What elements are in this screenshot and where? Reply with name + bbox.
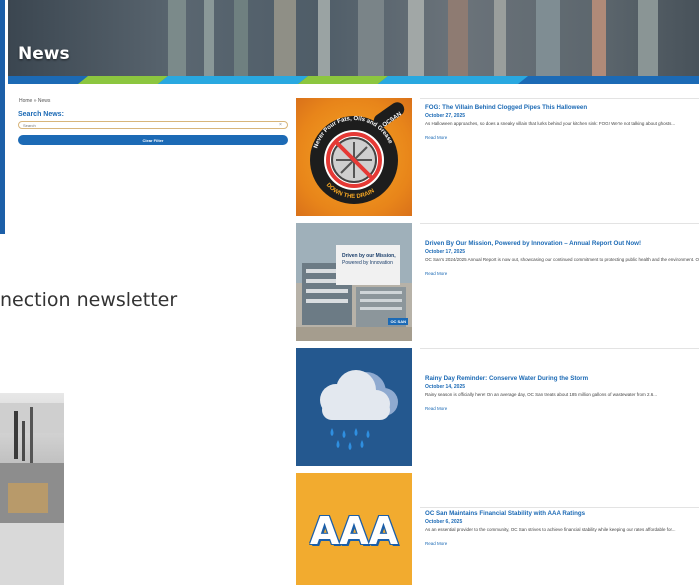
news-excerpt: As an essential provider to the communit… <box>425 527 676 532</box>
news-date: October 14, 2025 <box>425 384 466 390</box>
pipe-graphic <box>592 0 606 78</box>
news-thumbnail[interactable] <box>296 348 412 466</box>
news-excerpt: OC San's 2024/2025 Annual Report is now … <box>425 257 699 262</box>
read-more-link[interactable]: Read More <box>425 271 447 276</box>
news-thumbnail[interactable]: Driven by our Mission, Powered by Innova… <box>296 223 412 341</box>
clear-filter-button[interactable]: Clear Filter <box>18 135 288 145</box>
news-item: AAA OC San Maintains Financial Stability… <box>296 473 699 585</box>
news-divider <box>420 348 699 349</box>
aaa-rating-art: AAA <box>309 509 399 553</box>
pipe-graphic <box>168 0 186 78</box>
news-body: Driven By Our Mission, Powered by Innova… <box>425 240 699 280</box>
news-body: Rainy Day Reminder: Conserve Water Durin… <box>425 375 699 415</box>
search-input[interactable] <box>18 121 288 129</box>
pipe-graphic <box>408 0 424 78</box>
news-item: OCSAN Never Pour Fats, Oils and Grease D… <box>296 98 699 216</box>
hero-banner: News <box>8 0 699 84</box>
news-excerpt: Rainy season is officially here! On an a… <box>425 392 657 397</box>
news-date: October 6, 2025 <box>425 519 463 525</box>
hero-stripes <box>8 76 699 84</box>
historical-photo-art <box>0 403 64 585</box>
pipe-graphic <box>638 0 658 78</box>
news-body: OC San Maintains Financial Stability wit… <box>425 510 699 550</box>
news-divider <box>420 98 699 99</box>
news-thumbnail[interactable]: AAA <box>296 473 412 585</box>
report-card-line-1: Driven by our Mission, <box>342 253 396 259</box>
pipe-graphic <box>358 0 384 78</box>
slide-caption: nection newsletter <box>0 289 178 311</box>
report-card-line-2: Powered by Innovation <box>342 260 393 266</box>
read-more-link[interactable]: Read More <box>425 135 447 140</box>
news-title[interactable]: Driven By Our Mission, Powered by Innova… <box>425 240 699 247</box>
news-date: October 27, 2025 <box>425 113 466 119</box>
search-label: Search News: <box>18 111 64 118</box>
historical-photo <box>0 393 64 585</box>
news-body: FOG: The Villain Behind Clogged Pipes Th… <box>425 104 699 144</box>
pipe-graphic <box>274 0 296 78</box>
news-divider <box>420 507 699 508</box>
breadcrumb: Home » News <box>19 98 51 104</box>
pipe-graphic <box>204 0 214 78</box>
annual-report-card: Driven by our Mission, Powered by Innova… <box>336 245 400 285</box>
news-title[interactable]: OC San Maintains Financial Stability wit… <box>425 510 699 517</box>
pipe-graphic <box>494 0 506 78</box>
cloud-icon <box>320 370 398 450</box>
pipe-graphic <box>234 0 248 78</box>
news-item: Rainy Day Reminder: Conserve Water Durin… <box>296 348 699 466</box>
news-date: October 17, 2025 <box>425 249 466 255</box>
news-title[interactable]: FOG: The Villain Behind Clogged Pipes Th… <box>425 104 699 111</box>
pipe-graphic <box>536 0 560 78</box>
drain-icon: OCSAN Never Pour Fats, Oils and Grease D… <box>310 102 405 204</box>
news-divider <box>420 223 699 224</box>
news-thumbnail[interactable]: OCSAN Never Pour Fats, Oils and Grease D… <box>296 98 412 216</box>
oc-san-logo: OC SAN <box>388 318 408 325</box>
pipe-graphic <box>448 0 468 78</box>
read-more-link[interactable]: Read More <box>425 541 447 546</box>
read-more-link[interactable]: Read More <box>425 406 447 411</box>
pipe-graphic <box>318 0 330 78</box>
page-title: News <box>18 44 70 64</box>
news-title[interactable]: Rainy Day Reminder: Conserve Water Durin… <box>425 375 699 382</box>
close-icon[interactable]: × <box>279 122 282 128</box>
slide-frame-edge <box>0 0 5 234</box>
news-excerpt: As Halloween approaches, so does a sneak… <box>425 121 676 126</box>
news-item: Driven by our Mission, Powered by Innova… <box>296 223 699 341</box>
